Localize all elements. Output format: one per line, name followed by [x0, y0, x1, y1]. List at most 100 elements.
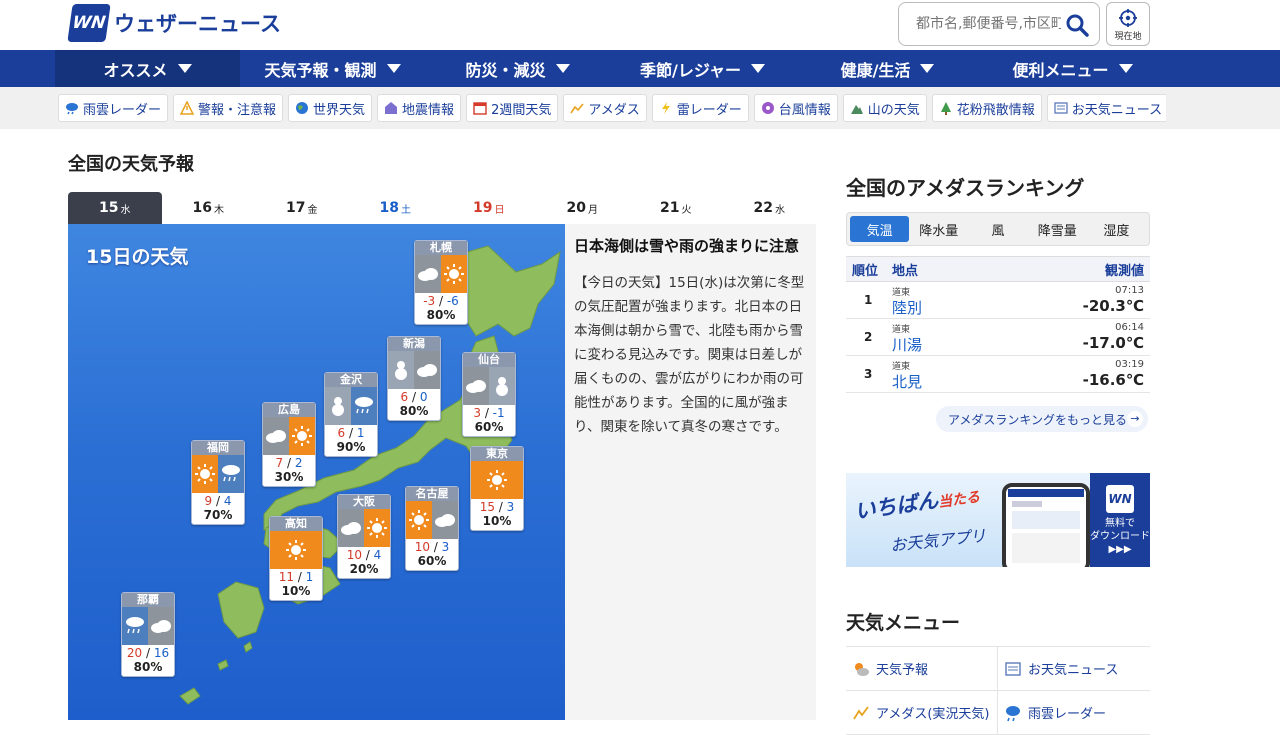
ranking-tab-humidity[interactable]: 湿度 — [1087, 216, 1146, 242]
city-forecast-card[interactable]: 福岡 9 / 4 70% — [191, 440, 245, 525]
day-tab[interactable]: 15 水 — [68, 192, 162, 224]
snow-icon — [489, 367, 515, 405]
city-forecast-card[interactable]: 金沢 6 / 1 90% — [324, 372, 378, 457]
city-temperatures: 6 / 0 — [400, 390, 428, 404]
temp-low: 4 — [223, 494, 232, 508]
gnav-label: 防災・減災 — [465, 60, 546, 80]
gnav-item-health[interactable]: 健康/生活 — [795, 50, 980, 87]
subnav-item-rain-radar[interactable]: 雨雲レーダー — [58, 94, 169, 122]
subnav-item-pollen[interactable]: 花粉飛散情報 — [931, 94, 1042, 122]
day-tab[interactable]: 17 金 — [255, 192, 349, 224]
city-forecast-card[interactable]: 広島 7 / 2 30% — [262, 402, 316, 487]
rank-time: 03:19 — [1115, 359, 1144, 370]
city-forecast-card[interactable]: 仙台 3 / -1 60% — [462, 352, 516, 437]
city-forecast-card[interactable]: 東京 15 / 3 10% — [470, 446, 524, 531]
temp-low: 16 — [153, 646, 170, 660]
ranking-tab-temperature[interactable]: 気温 — [850, 216, 910, 242]
site-logo[interactable]: WN ウェザーニュース — [67, 4, 281, 42]
ranking-more-label: アメダスランキングをもっと見る — [948, 412, 1128, 427]
search-input[interactable] — [916, 16, 1061, 32]
gnav-item-recommend[interactable]: オススメ — [55, 50, 240, 87]
sun-icon — [471, 461, 523, 499]
day-tab[interactable]: 19 日 — [442, 192, 536, 224]
sun-icon — [406, 501, 432, 539]
city-forecast-card[interactable]: 札幌 -3 / -6 80% — [414, 240, 468, 325]
sun-cloud-icon — [855, 662, 869, 676]
day-tab-dow: 水 — [120, 204, 131, 216]
rank-value: -17.0℃ — [1082, 334, 1144, 352]
logo-text: ウェザーニュース — [114, 12, 281, 36]
subnav-item-typhoon[interactable]: 台風情報 — [753, 94, 838, 122]
day-tab[interactable]: 16 木 — [162, 192, 256, 224]
precip-probability: 80% — [399, 404, 429, 418]
rain-cloud-icon — [66, 103, 78, 115]
temp-high: 9 — [204, 494, 213, 508]
menu-item-rain-radar[interactable]: 雨雲レーダー — [998, 691, 1150, 735]
menu-item-amedas[interactable]: アメダス(実況天気) — [846, 691, 998, 735]
city-temperatures: 15 / 3 — [479, 500, 515, 514]
ranking-more-link[interactable]: アメダスランキングをもっと見る → — [936, 406, 1148, 432]
cloud-icon — [414, 351, 440, 389]
rank-place-link[interactable]: 陸別 — [892, 297, 922, 318]
day-tab-dow: 土 — [400, 204, 411, 216]
subnav-item-earthquake[interactable]: 地震情報 — [377, 94, 462, 122]
ranking-tab-precipitation[interactable]: 降水量 — [909, 216, 968, 242]
city-forecast-card[interactable]: 新潟 6 / 0 80% — [387, 336, 441, 421]
ranking-tab-snowfall[interactable]: 降雪量 — [1028, 216, 1087, 242]
sun-icon — [441, 255, 467, 293]
subnav-item-2week[interactable]: 2週間天気 — [466, 94, 559, 122]
subnav-item-warnings[interactable]: 警報・注意報 — [173, 94, 284, 122]
temp-low: -6 — [446, 294, 459, 308]
day-tab[interactable]: 20 月 — [536, 192, 630, 224]
rain-icon — [351, 387, 377, 425]
rank-number: 1 — [864, 293, 873, 307]
temp-low: 1 — [305, 570, 314, 584]
banner-main-text: いちばん — [853, 488, 940, 524]
temp-high: 7 — [275, 456, 284, 470]
gnav-item-disaster[interactable]: 防災・減災 — [425, 50, 610, 87]
gnav-item-season[interactable]: 季節/レジャー — [610, 50, 795, 87]
temp-high: 6 — [400, 390, 409, 404]
current-location-button[interactable]: 現在地 — [1106, 2, 1150, 46]
menu-item-label: 天気予報 — [876, 663, 929, 678]
banner-side-text-1: 無料で — [1105, 518, 1135, 529]
subnav-item-world[interactable]: 世界天気 — [288, 94, 373, 122]
search-icon[interactable] — [1065, 13, 1089, 37]
weather-map[interactable]: 15日の天気 札幌 -3 / -6 80% 新潟 6 / 0 80% 仙台 3 / -1 60%… — [68, 224, 565, 720]
city-name: 福岡 — [192, 441, 244, 455]
place-header: 地点 — [892, 263, 919, 279]
subnav-item-mountain[interactable]: 山の天気 — [842, 94, 927, 122]
city-weather-icons — [471, 461, 523, 499]
city-forecast-card[interactable]: 大阪 10 / 4 20% — [337, 494, 391, 579]
city-forecast-card[interactable]: 那覇 20 / 16 80% — [121, 592, 175, 677]
day-tab[interactable]: 22 水 — [723, 192, 817, 224]
gnav-item-forecast[interactable]: 天気予報・観測 — [240, 50, 425, 87]
menu-item-forecast[interactable]: 天気予報 — [846, 647, 998, 691]
day-tab[interactable]: 18 土 — [349, 192, 443, 224]
day-tab[interactable]: 21 火 — [629, 192, 723, 224]
cloud-icon — [415, 255, 441, 293]
day-tab-dow: 日 — [494, 204, 505, 216]
subnav-item-news[interactable]: お天気ニュース — [1046, 94, 1166, 122]
city-forecast-card[interactable]: 高知 11 / 1 10% — [269, 516, 323, 601]
ranking-tab-wind[interactable]: 風 — [968, 216, 1027, 242]
temp-high: 10 — [414, 540, 430, 554]
article-title[interactable]: 日本海側は雪や雨の強まりに注意 — [574, 234, 807, 259]
gnav-item-tools[interactable]: 便利メニュー — [980, 50, 1165, 87]
banner-download-cta[interactable]: WN 無料で ダウンロード ▶▶▶ — [1090, 473, 1150, 567]
city-forecast-card[interactable]: 名古屋 10 / 3 60% — [405, 486, 459, 571]
rank-place-link[interactable]: 北見 — [892, 371, 922, 392]
app-banner[interactable]: いちばん当たる お天気アプリ WN 無料で ダウンロード ▶▶▶ — [846, 473, 1150, 567]
temp-low: 3 — [506, 500, 515, 514]
warning-icon — [180, 101, 195, 115]
city-temperatures: 20 / 16 — [126, 646, 170, 660]
menu-item-news[interactable]: お天気ニュース — [998, 647, 1150, 691]
dropdown-arrow-icon — [555, 64, 570, 73]
subnav-item-amedas[interactable]: アメダス — [563, 94, 647, 122]
snow-icon — [388, 351, 414, 389]
sun-icon — [270, 531, 322, 569]
subnav-item-lightning[interactable]: 雷レーダー — [651, 94, 749, 122]
global-nav: オススメ 天気予報・観測 防災・減災 季節/レジャー 健康/生活 便利メニュー — [0, 50, 1280, 87]
rank-place-link[interactable]: 川湯 — [892, 334, 922, 355]
precip-probability: 80% — [426, 308, 456, 322]
